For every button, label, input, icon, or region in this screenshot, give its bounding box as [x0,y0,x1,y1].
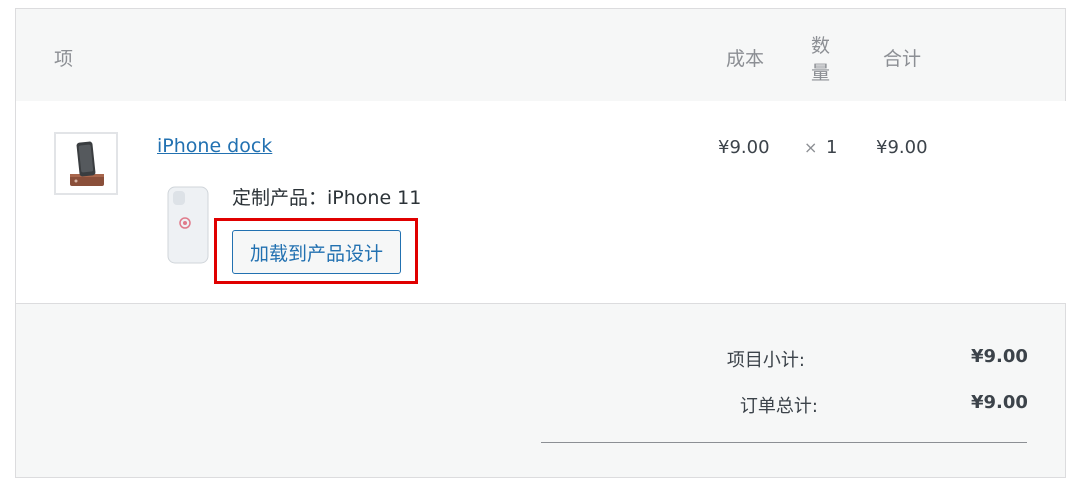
phone-dock-icon [70,141,104,186]
header-item: 项 [54,48,74,70]
order-total-label: 订单总计: [739,396,818,417]
subtotal-label: 项目小计: [726,350,805,371]
header-cost: 成本 [726,48,765,70]
product-name-link[interactable]: iPhone dock [157,135,272,157]
item-total: ¥9.00 [876,137,928,158]
item-cost: ¥9.00 [718,137,770,158]
header-qty-line2: 量 [811,62,831,84]
product-thumbnail[interactable] [54,132,118,195]
load-to-product-design-button[interactable]: 加载到产品设计 [232,230,401,274]
order-total-value: ¥9.00 [971,392,1028,413]
subtotal-value: ¥9.00 [971,346,1028,367]
header-total: 合计 [883,48,922,70]
phone-case-preview-image [167,186,209,264]
totals-divider [541,442,1027,443]
custom-product-meta: 定制产品：iPhone 11 [232,187,422,209]
header-qty-line1: 数 [811,35,831,57]
item-quantity: 1 [826,137,838,158]
qty-times-sign: × [804,138,818,157]
